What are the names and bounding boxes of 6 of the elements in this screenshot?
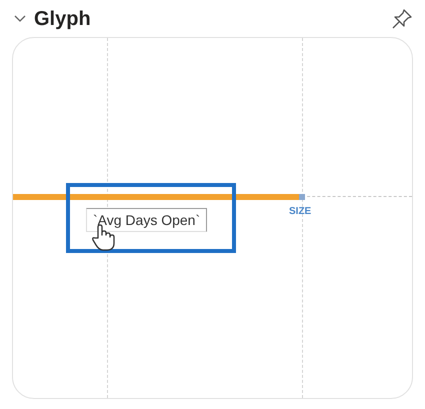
- axis-label: SIZE: [289, 206, 312, 217]
- field-chip[interactable]: `Avg Days Open`: [86, 208, 208, 232]
- chevron-down-icon: [14, 15, 26, 23]
- pin-icon: [391, 8, 413, 30]
- pin-button[interactable]: [391, 8, 413, 30]
- section-title: Glyph: [34, 8, 91, 30]
